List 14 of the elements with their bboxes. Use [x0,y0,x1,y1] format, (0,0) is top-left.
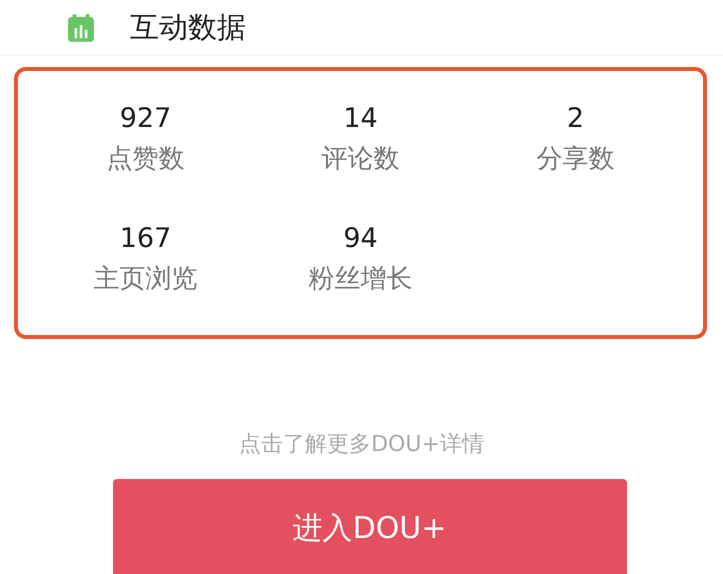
enter-button[interactable]: 进入DOU+ [112,479,626,574]
stat-label: 粉丝增长 [308,263,412,295]
stat-value: 14 [343,103,378,135]
more-info-link[interactable]: 点击了解更多DOU+详情 [239,429,484,459]
stat-value: 2 [566,103,584,135]
stat-label: 点赞数 [106,143,184,175]
stat-value: 94 [343,223,378,255]
bar-chart-icon [68,14,94,42]
stat-value: 167 [120,223,172,255]
stat-label: 主页浏览 [94,263,198,295]
stat-value: 927 [120,103,172,135]
stat-label: 分享数 [536,143,614,175]
stat-label: 评论数 [322,143,400,175]
section-title: 互动数据 [130,8,246,46]
